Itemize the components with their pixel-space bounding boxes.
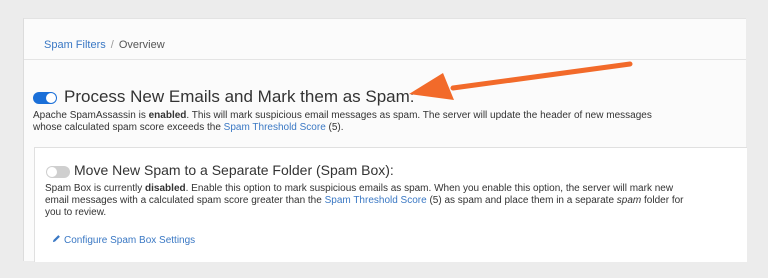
annotation-arrow (409, 61, 633, 100)
